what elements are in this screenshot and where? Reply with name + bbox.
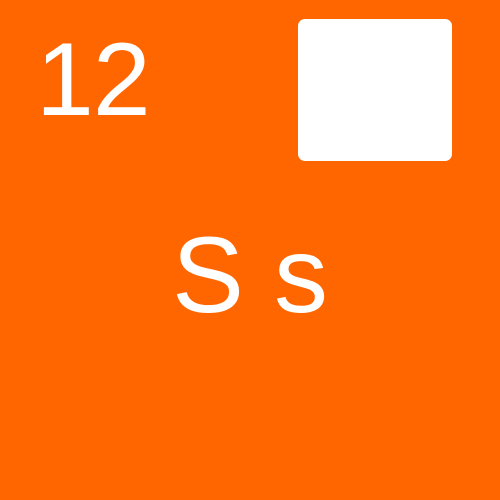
letter-pair: S s — [171, 214, 329, 335]
flashcard-tile: 12 S s — [0, 0, 500, 500]
card-number: 12 — [36, 22, 151, 138]
white-square-shape — [298, 19, 452, 161]
